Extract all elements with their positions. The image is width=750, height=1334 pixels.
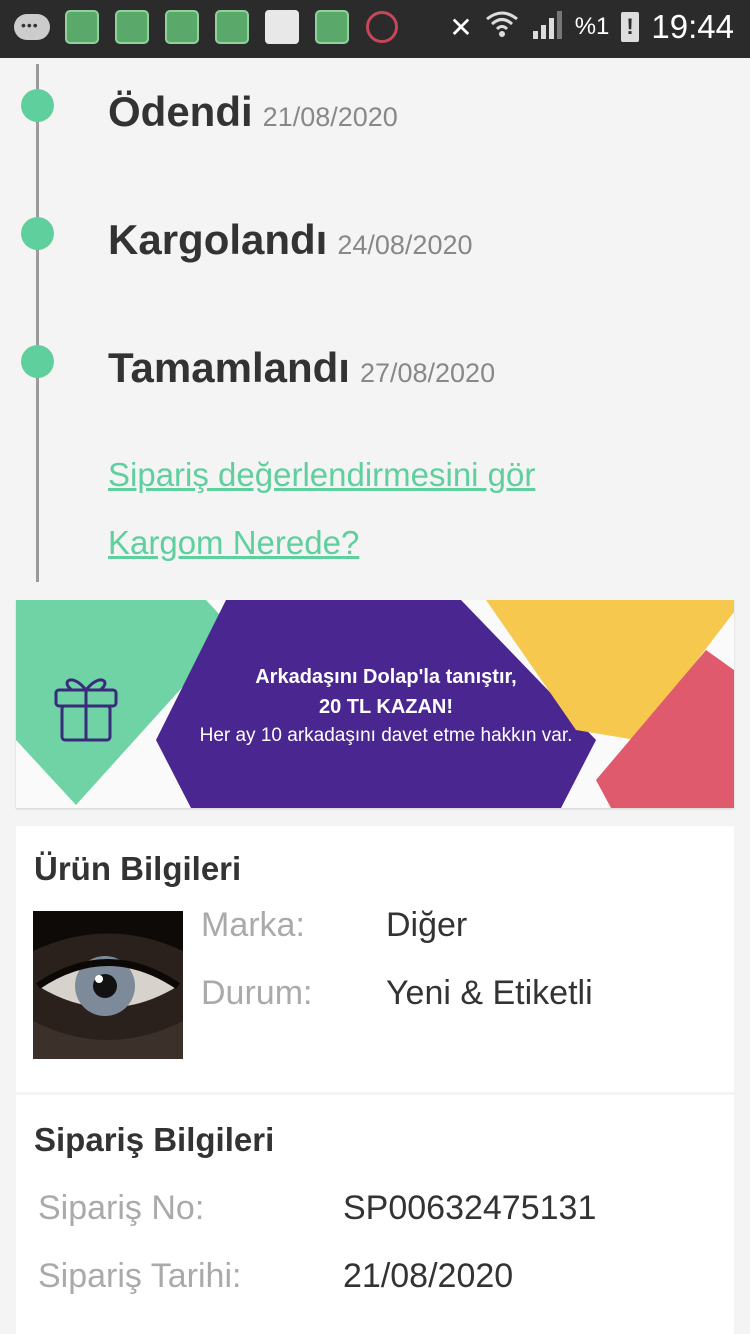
shopping-bag-icon <box>264 9 300 45</box>
condition-label: Durum: <box>201 974 313 1012</box>
step-title: Tamamlandı <box>108 344 350 391</box>
system-icons: ✕ %1 19:44 <box>449 8 734 46</box>
signal-icon <box>531 9 563 46</box>
step-date: 24/08/2020 <box>337 230 473 260</box>
step-date: 27/08/2020 <box>359 358 496 388</box>
order-info-card: Sipariş Bilgileri Sipariş No: SP00632475… <box>16 1095 734 1334</box>
gift-icon <box>52 668 120 749</box>
step-title: Kargolandı <box>108 216 328 263</box>
battery-icon <box>621 12 640 42</box>
timeline-line <box>36 64 39 582</box>
app-notification-icon <box>164 9 200 45</box>
view-order-review-link[interactable]: Sipariş değerlendirmesini gör <box>108 456 535 494</box>
timeline-dot <box>21 345 54 378</box>
timeline-step-paid: Ödendi 21/08/2020 <box>108 88 398 136</box>
banner-headline: Arkadaşını Dolap'la tanıştır, <box>255 666 517 688</box>
message-bubble-icon <box>14 9 50 45</box>
timeline-step-completed: Tamamlandı 27/08/2020 <box>108 344 495 392</box>
app-notification-icon <box>214 9 250 45</box>
brand-label: Marka: <box>201 906 305 944</box>
condition-value: Yeni & Etiketli <box>386 974 593 1012</box>
product-image[interactable] <box>33 911 183 1059</box>
timeline-dot <box>21 89 54 122</box>
wifi-icon <box>485 9 519 46</box>
banner-reward: 20 TL KAZAN! <box>318 696 454 718</box>
timeline-step-shipped: Kargolandı 24/08/2020 <box>108 216 473 264</box>
mute-icon: ✕ <box>449 11 473 43</box>
step-title: Ödendi <box>108 88 253 135</box>
order-date-label: Sipariş Tarihi: <box>38 1257 242 1295</box>
timeline-dot <box>21 217 54 250</box>
order-number-label: Sipariş No: <box>38 1189 205 1227</box>
status-bar: ✕ %1 19:44 <box>0 0 750 58</box>
banner-subtext: Her ay 10 arkadaşını davet etme hakkın v… <box>199 725 573 746</box>
app-notification-icon <box>64 9 100 45</box>
clock-time: 19:44 <box>651 8 734 45</box>
app-notification-icon <box>114 9 150 45</box>
notification-icons <box>14 9 400 45</box>
product-info-title: Ürün Bilgileri <box>34 850 242 887</box>
order-date-value: 21/08/2020 <box>343 1257 514 1295</box>
battery-percent: %1 <box>574 13 610 40</box>
step-date: 21/08/2020 <box>262 102 398 132</box>
clock-app-icon <box>364 9 400 45</box>
banner-text: Arkadaşını Dolap'la tanıştır, 20 TL KAZA… <box>166 662 606 750</box>
track-shipment-link[interactable]: Kargom Nerede? <box>108 524 359 562</box>
product-info-card: Ürün Bilgileri Marka: Diğer Durum: Yeni … <box>16 826 734 1092</box>
order-number-value: SP00632475131 <box>343 1189 597 1227</box>
app-notification-icon <box>314 9 350 45</box>
brand-value: Diğer <box>386 906 468 944</box>
order-info-title: Sipariş Bilgileri <box>34 1121 275 1158</box>
referral-banner[interactable]: Arkadaşını Dolap'la tanıştır, 20 TL KAZA… <box>16 600 734 808</box>
